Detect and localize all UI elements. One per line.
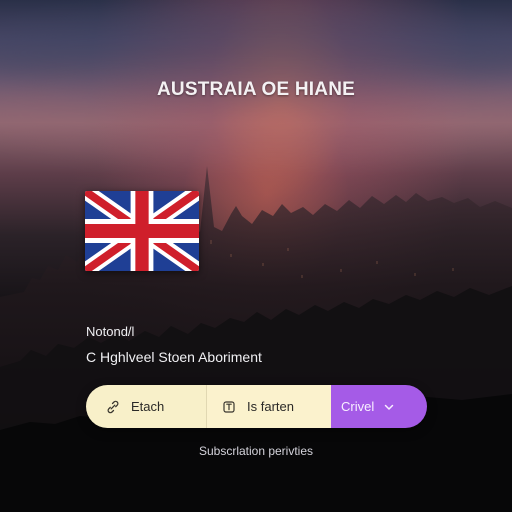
link-icon: [106, 400, 120, 414]
footer-text: Subscrlation perivties: [198, 444, 314, 458]
action-pill: Etach Is farten Crivel: [86, 385, 427, 428]
hero-screen: AUSTRAIA OE HIANE Notond/l C Hghlveel St…: [0, 0, 512, 512]
chevron-down-icon: [382, 400, 396, 414]
detail-label-medium: C Hghlveel Stoen Aboriment: [86, 349, 262, 365]
detail-label-small: Notond/l: [86, 324, 135, 339]
page-title: AUSTRAIA OE HIANE: [157, 79, 355, 100]
attach-button-label: Etach: [131, 399, 165, 414]
status-button-label: Is farten: [247, 399, 294, 414]
tag-icon: [222, 400, 236, 414]
dropdown-button[interactable]: Crivel: [331, 385, 427, 428]
city-skyline: [0, 166, 512, 512]
dropdown-label: Crivel: [341, 399, 375, 414]
status-button[interactable]: Is farten: [207, 385, 331, 428]
uk-flag-icon: [85, 191, 199, 271]
attach-button[interactable]: Etach: [86, 385, 207, 428]
